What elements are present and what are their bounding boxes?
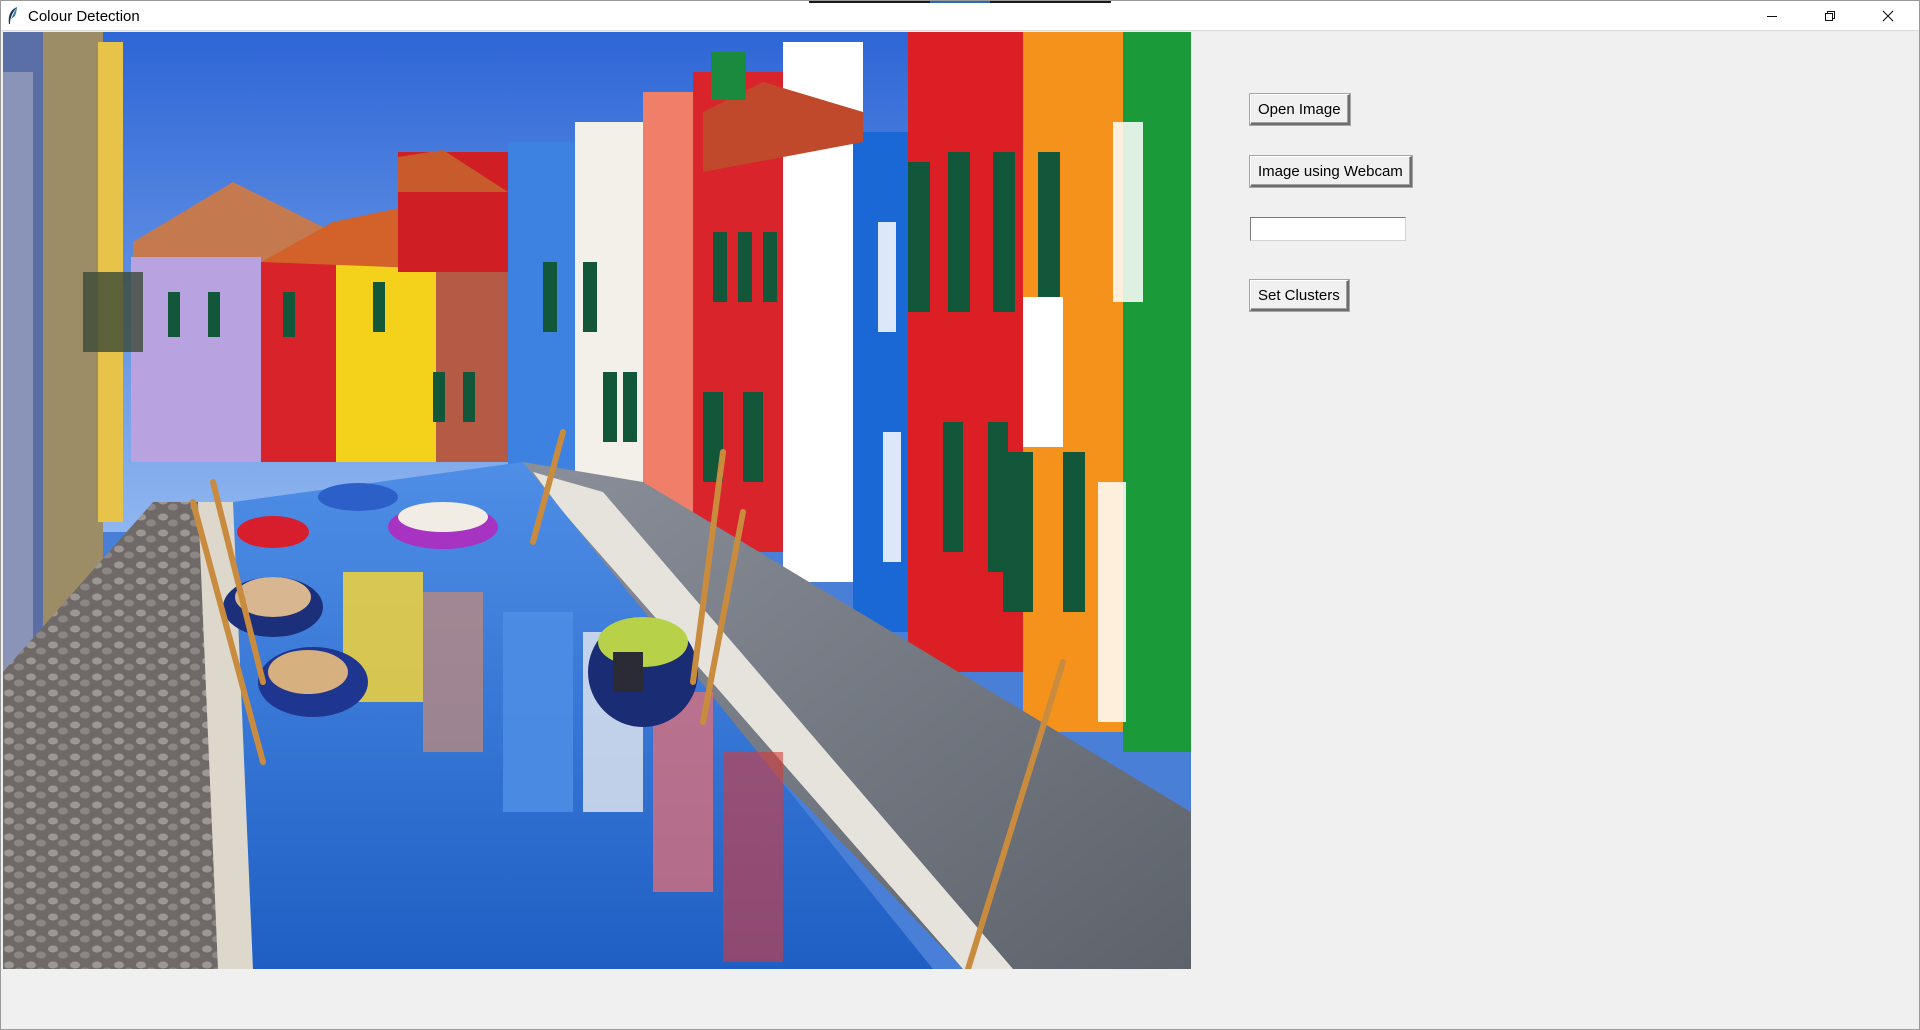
canal-photo — [3, 32, 1191, 969]
clusters-input[interactable] — [1250, 217, 1406, 241]
restore-button[interactable] — [1801, 1, 1859, 31]
image-display — [3, 32, 1191, 969]
set-clusters-button[interactable]: Set Clusters — [1250, 280, 1349, 311]
titlebar-accent — [809, 1, 1111, 3]
minimize-icon — [1767, 16, 1777, 17]
restore-icon — [1825, 11, 1835, 21]
title-bar[interactable]: Colour Detection — [1, 1, 1919, 31]
window-title: Colour Detection — [28, 8, 140, 25]
minimize-button[interactable] — [1743, 1, 1801, 31]
open-image-button[interactable]: Open Image — [1250, 94, 1350, 125]
close-icon — [1882, 10, 1894, 22]
webcam-image-button[interactable]: Image using Webcam — [1250, 156, 1412, 187]
close-button[interactable] — [1859, 1, 1917, 31]
feather-icon — [8, 7, 17, 24]
app-window: Colour Detection Open Image Image using … — [0, 0, 1920, 1030]
